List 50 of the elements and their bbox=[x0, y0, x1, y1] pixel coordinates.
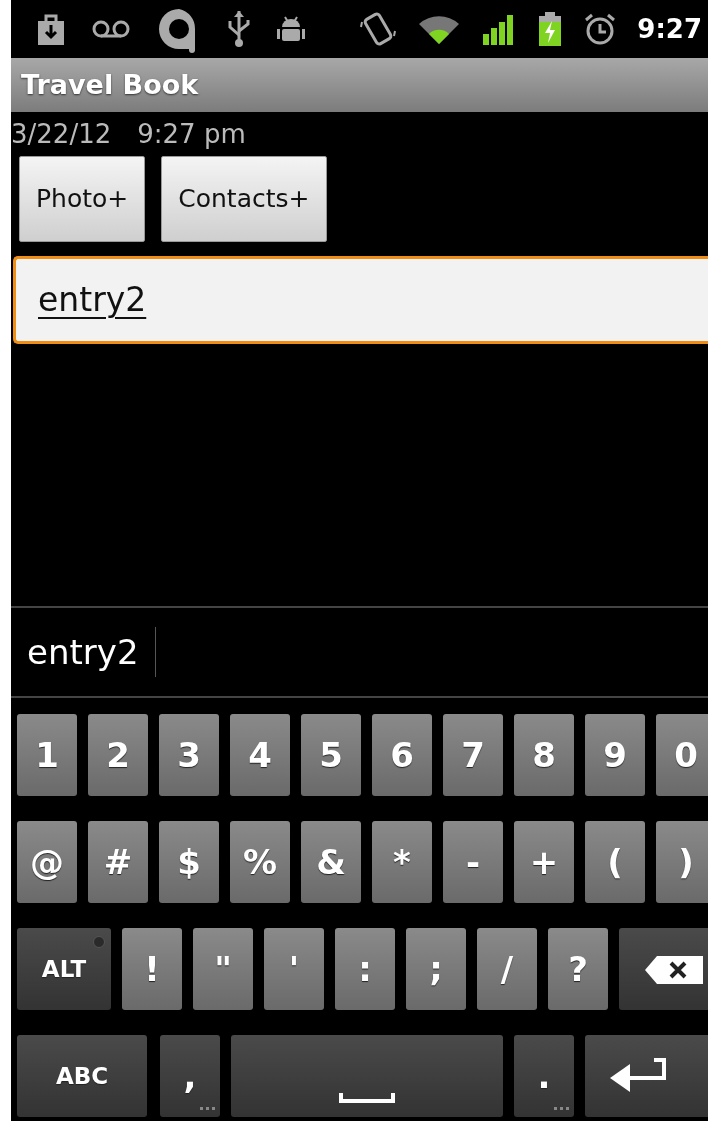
key[interactable]: + bbox=[514, 821, 574, 903]
key[interactable]: 4 bbox=[230, 714, 290, 796]
key[interactable]: ! bbox=[122, 928, 182, 1010]
space-icon bbox=[339, 1093, 395, 1103]
more-dots-icon bbox=[554, 1107, 570, 1111]
key[interactable]: - bbox=[443, 821, 503, 903]
key[interactable]: * bbox=[372, 821, 432, 903]
add-button[interactable]: Contacts+ bbox=[161, 156, 327, 242]
backspace-icon bbox=[643, 954, 705, 987]
suggestion-item[interactable]: entry2 bbox=[27, 627, 156, 677]
key[interactable]: & bbox=[301, 821, 361, 903]
key[interactable]: 9 bbox=[585, 714, 645, 796]
key[interactable]: " bbox=[193, 928, 253, 1010]
vibrate-icon bbox=[359, 10, 398, 48]
time-text: 9:27 pm bbox=[137, 117, 246, 151]
entry-field[interactable]: entry2 bbox=[13, 256, 708, 344]
key[interactable]: ' bbox=[264, 928, 324, 1010]
alarm-clock-icon bbox=[583, 12, 618, 46]
alt-key[interactable]: ALT bbox=[17, 928, 111, 1010]
key[interactable]: # bbox=[88, 821, 148, 903]
key[interactable]: 8 bbox=[514, 714, 574, 796]
key[interactable]: 3 bbox=[159, 714, 219, 796]
key[interactable]: ; bbox=[406, 928, 466, 1010]
app-title: Travel Book bbox=[21, 67, 199, 102]
key[interactable]: @ bbox=[17, 821, 77, 903]
abc-key[interactable]: ABC bbox=[17, 1035, 147, 1117]
key[interactable]: . bbox=[514, 1035, 574, 1117]
date-text: 3/22/12 bbox=[11, 117, 112, 151]
key[interactable]: 1 bbox=[17, 714, 77, 796]
more-dots-icon bbox=[200, 1107, 216, 1111]
usb-icon bbox=[227, 9, 251, 49]
add-button[interactable]: Photo+ bbox=[19, 156, 146, 242]
key[interactable]: % bbox=[230, 821, 290, 903]
key[interactable]: $ bbox=[159, 821, 219, 903]
voicemail-icon bbox=[91, 19, 131, 39]
shopping-bag-icon bbox=[35, 13, 67, 45]
key[interactable]: : bbox=[335, 928, 395, 1010]
key[interactable]: / bbox=[477, 928, 537, 1010]
key[interactable]: ) bbox=[656, 821, 708, 903]
key[interactable]: 7 bbox=[443, 714, 503, 796]
key[interactable]: , bbox=[160, 1035, 220, 1117]
key[interactable]: 0 bbox=[656, 714, 708, 796]
key[interactable]: 2 bbox=[88, 714, 148, 796]
battery-charging-icon bbox=[537, 11, 564, 47]
key[interactable]: ? bbox=[548, 928, 608, 1010]
clock-time: 9:27 bbox=[637, 12, 702, 46]
key[interactable]: 6 bbox=[372, 714, 432, 796]
key[interactable]: 5 bbox=[301, 714, 361, 796]
enter-key[interactable] bbox=[585, 1035, 708, 1117]
key[interactable]: ( bbox=[585, 821, 645, 903]
